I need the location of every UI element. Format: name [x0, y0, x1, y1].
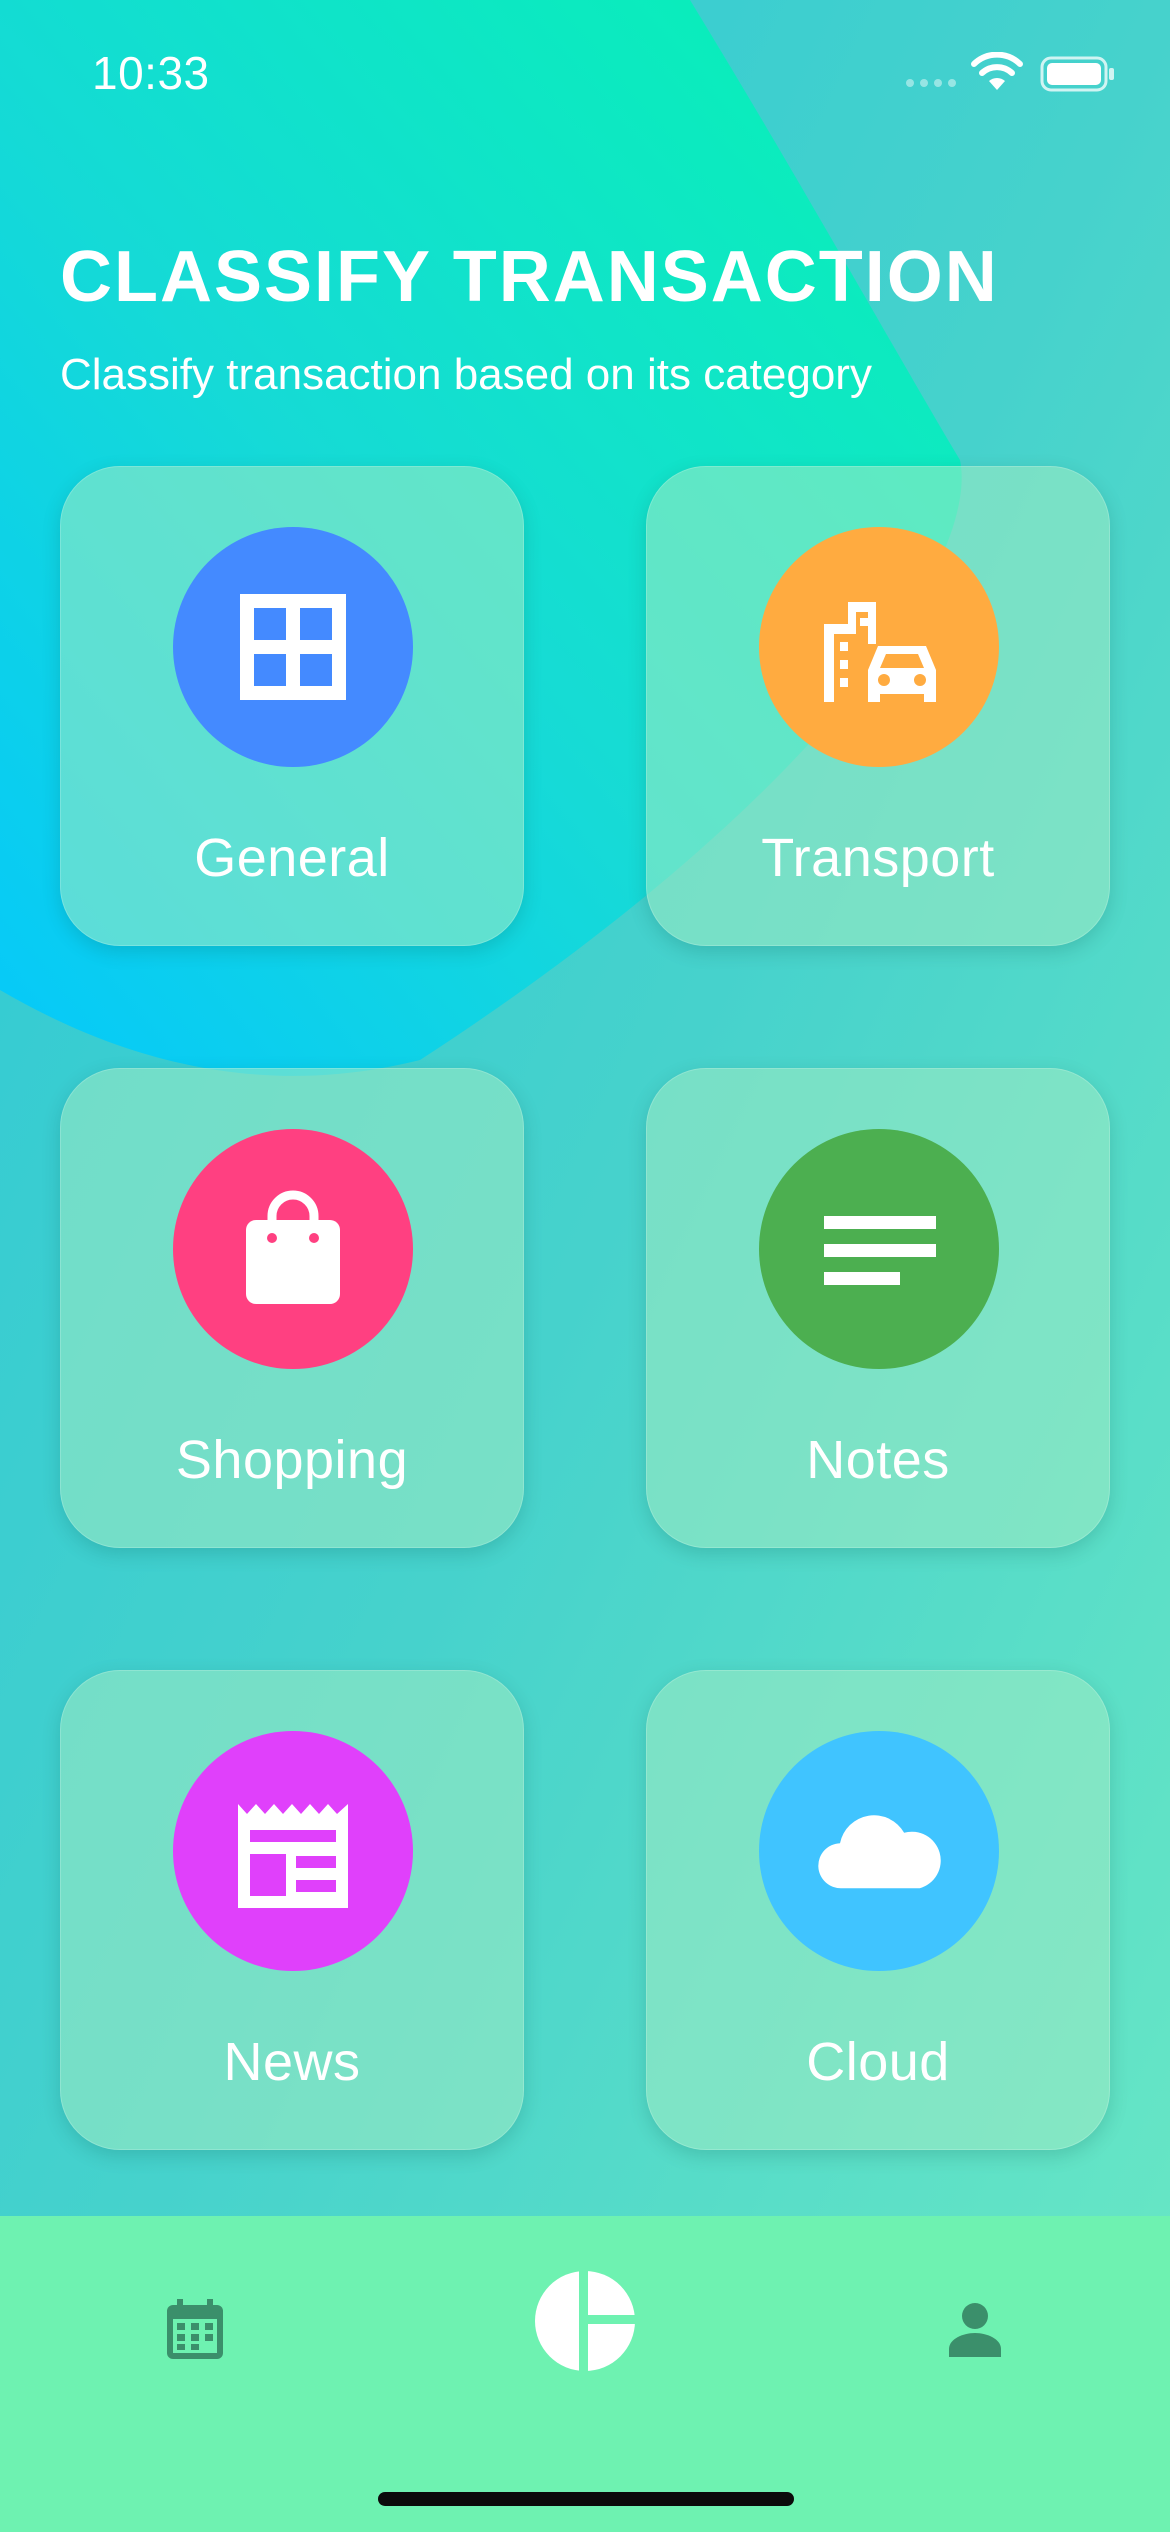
category-label: Notes	[806, 1430, 950, 1490]
category-icon-circle	[759, 1129, 999, 1369]
profile-icon	[949, 2303, 1001, 2357]
nav-profile-tab[interactable]	[930, 2284, 1020, 2374]
cloud-icon	[818, 1815, 941, 1889]
newspaper-icon	[238, 1804, 348, 1908]
category-tile-transport[interactable]: Transport	[646, 466, 1110, 946]
category-label: Cloud	[806, 2032, 950, 2092]
transport-icon	[824, 602, 936, 702]
category-label: News	[223, 2032, 361, 2092]
pie-chart-icon	[535, 2269, 637, 2373]
battery-icon	[1040, 56, 1114, 92]
status-time: 10:33	[92, 47, 210, 99]
notes-icon	[824, 1216, 936, 1285]
category-label: General	[194, 828, 390, 888]
grid-icon	[240, 594, 346, 700]
category-tile-general[interactable]: General	[60, 466, 524, 946]
category-icon-circle	[759, 527, 999, 767]
category-tile-news[interactable]: News	[60, 1670, 524, 2150]
nav-calendar-tab[interactable]	[150, 2284, 240, 2374]
nav-chart-tab[interactable]	[530, 2266, 640, 2376]
category-tile-shopping[interactable]: Shopping	[60, 1068, 524, 1548]
category-icon-circle	[759, 1731, 999, 1971]
category-label: Shopping	[175, 1430, 409, 1490]
category-label: Transport	[761, 828, 995, 888]
category-icon-circle	[173, 527, 413, 767]
bottom-navigation-bar	[0, 2216, 1170, 2532]
category-icon-circle	[173, 1129, 413, 1369]
wifi-icon	[971, 52, 1023, 90]
category-icon-circle	[173, 1731, 413, 1971]
page-subtitle: Classify transaction based on its catego…	[60, 350, 872, 399]
status-bar: 10:33	[0, 0, 1170, 150]
category-tile-cloud[interactable]: Cloud	[646, 1670, 1110, 2150]
calendar-icon	[167, 2299, 223, 2359]
shopping-bag-icon	[246, 1190, 340, 1304]
signal-icon	[906, 79, 956, 87]
category-tile-notes[interactable]: Notes	[646, 1068, 1110, 1548]
page-title: CLASSIFY TRANSACTION	[60, 237, 999, 317]
home-indicator	[378, 2492, 794, 2506]
